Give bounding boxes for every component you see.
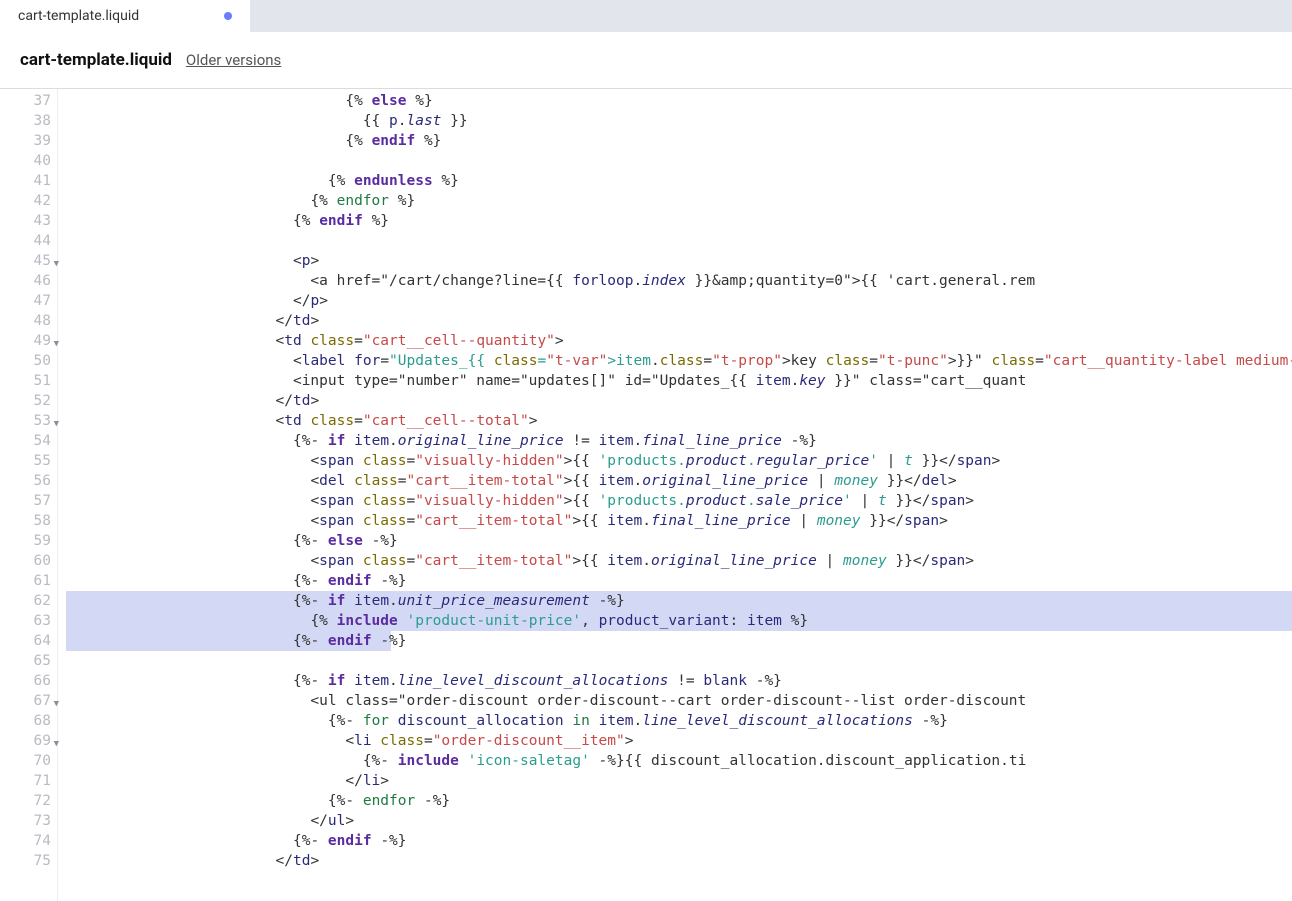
line-number: 62 bbox=[0, 591, 57, 611]
line-number-gutter: 373839404142434445▼46474849▼50515253▼545… bbox=[0, 89, 58, 901]
line-number: 53▼ bbox=[0, 411, 57, 431]
tab-bar: cart-template.liquid bbox=[0, 0, 1292, 32]
code-line[interactable]: </ul> bbox=[66, 811, 1292, 831]
line-number: 57 bbox=[0, 491, 57, 511]
code-line[interactable]: {%- if item.unit_price_measurement -%} bbox=[66, 591, 1292, 611]
code-line[interactable]: <span class="cart__item-total">{{ item.o… bbox=[66, 551, 1292, 571]
line-number: 43 bbox=[0, 211, 57, 231]
code-line[interactable] bbox=[66, 651, 1292, 671]
line-number: 66 bbox=[0, 671, 57, 691]
line-number: 67▼ bbox=[0, 691, 57, 711]
code-line[interactable]: {% endif %} bbox=[66, 211, 1292, 231]
code-line[interactable]: <span class="visually-hidden">{{ 'produc… bbox=[66, 491, 1292, 511]
line-number: 54 bbox=[0, 431, 57, 451]
line-number: 56 bbox=[0, 471, 57, 491]
line-number: 55 bbox=[0, 451, 57, 471]
code-area[interactable]: {% else %} {{ p.last }} {% endif %} {% e… bbox=[58, 89, 1292, 901]
line-number: 59 bbox=[0, 531, 57, 551]
line-number: 65 bbox=[0, 651, 57, 671]
line-number: 38 bbox=[0, 111, 57, 131]
line-number: 61 bbox=[0, 571, 57, 591]
code-line[interactable]: {%- if item.original_line_price != item.… bbox=[66, 431, 1292, 451]
code-editor[interactable]: 373839404142434445▼46474849▼50515253▼545… bbox=[0, 89, 1292, 901]
code-line[interactable]: <label for="Updates_{{ class="t-var">ite… bbox=[66, 351, 1292, 371]
code-line[interactable]: {%- endfor -%} bbox=[66, 791, 1292, 811]
line-number: 37 bbox=[0, 91, 57, 111]
code-line[interactable]: </td> bbox=[66, 311, 1292, 331]
line-number: 39 bbox=[0, 131, 57, 151]
code-line[interactable]: <td class="cart__cell--quantity"> bbox=[66, 331, 1292, 351]
code-line[interactable]: <input type="number" name="updates[]" id… bbox=[66, 371, 1292, 391]
code-line[interactable]: {{ p.last }} bbox=[66, 111, 1292, 131]
code-line[interactable]: <li class="order-discount__item"> bbox=[66, 731, 1292, 751]
code-line[interactable]: {%- include 'icon-saletag' -%}{{ discoun… bbox=[66, 751, 1292, 771]
line-number: 69▼ bbox=[0, 731, 57, 751]
line-number: 70 bbox=[0, 751, 57, 771]
line-number: 73 bbox=[0, 811, 57, 831]
code-line[interactable]: {%- endif -%} bbox=[66, 571, 1292, 591]
line-number: 51 bbox=[0, 371, 57, 391]
line-number: 50 bbox=[0, 351, 57, 371]
modified-dot-icon bbox=[224, 12, 232, 20]
line-number: 45▼ bbox=[0, 251, 57, 271]
code-line[interactable]: {% else %} bbox=[66, 91, 1292, 111]
code-line[interactable]: </td> bbox=[66, 391, 1292, 411]
code-line[interactable]: {% endfor %} bbox=[66, 191, 1292, 211]
line-number: 58 bbox=[0, 511, 57, 531]
code-line[interactable]: {%- else -%} bbox=[66, 531, 1292, 551]
line-number: 68 bbox=[0, 711, 57, 731]
code-line[interactable]: <span class="visually-hidden">{{ 'produc… bbox=[66, 451, 1292, 471]
line-number: 72 bbox=[0, 791, 57, 811]
tab-label: cart-template.liquid bbox=[18, 8, 212, 24]
code-line[interactable]: <td class="cart__cell--total"> bbox=[66, 411, 1292, 431]
older-versions-link[interactable]: Older versions bbox=[186, 51, 281, 69]
line-number: 48 bbox=[0, 311, 57, 331]
file-title: cart-template.liquid bbox=[20, 50, 172, 70]
line-number: 40 bbox=[0, 151, 57, 171]
line-number: 60 bbox=[0, 551, 57, 571]
line-number: 71 bbox=[0, 771, 57, 791]
file-title-bar: cart-template.liquid Older versions bbox=[0, 32, 1292, 89]
line-number: 74 bbox=[0, 831, 57, 851]
line-number: 44 bbox=[0, 231, 57, 251]
code-line[interactable]: {%- endif -%} bbox=[66, 831, 1292, 851]
code-line[interactable]: {%- if item.line_level_discount_allocati… bbox=[66, 671, 1292, 691]
line-number: 42 bbox=[0, 191, 57, 211]
code-line[interactable]: {% endif %} bbox=[66, 131, 1292, 151]
line-number: 75 bbox=[0, 851, 57, 871]
code-line[interactable] bbox=[66, 231, 1292, 251]
line-number: 52 bbox=[0, 391, 57, 411]
code-line[interactable]: {%- for discount_allocation in item.line… bbox=[66, 711, 1292, 731]
code-line[interactable]: </p> bbox=[66, 291, 1292, 311]
code-line[interactable]: </td> bbox=[66, 851, 1292, 871]
code-line[interactable]: <span class="cart__item-total">{{ item.f… bbox=[66, 511, 1292, 531]
code-line[interactable] bbox=[66, 151, 1292, 171]
code-line[interactable]: <p> bbox=[66, 251, 1292, 271]
line-number: 47 bbox=[0, 291, 57, 311]
code-line[interactable]: {% endunless %} bbox=[66, 171, 1292, 191]
code-line[interactable]: {% include 'product-unit-price', product… bbox=[66, 611, 1292, 631]
code-line[interactable]: </li> bbox=[66, 771, 1292, 791]
tab-cart-template[interactable]: cart-template.liquid bbox=[0, 0, 250, 32]
line-number: 63 bbox=[0, 611, 57, 631]
code-line[interactable]: {%- endif -%} bbox=[66, 631, 1292, 651]
line-number: 46 bbox=[0, 271, 57, 291]
line-number: 49▼ bbox=[0, 331, 57, 351]
code-line[interactable]: <ul class="order-discount order-discount… bbox=[66, 691, 1292, 711]
code-line[interactable]: <a href="/cart/change?line={{ forloop.in… bbox=[66, 271, 1292, 291]
line-number: 41 bbox=[0, 171, 57, 191]
code-line[interactable]: <del class="cart__item-total">{{ item.or… bbox=[66, 471, 1292, 491]
line-number: 64 bbox=[0, 631, 57, 651]
